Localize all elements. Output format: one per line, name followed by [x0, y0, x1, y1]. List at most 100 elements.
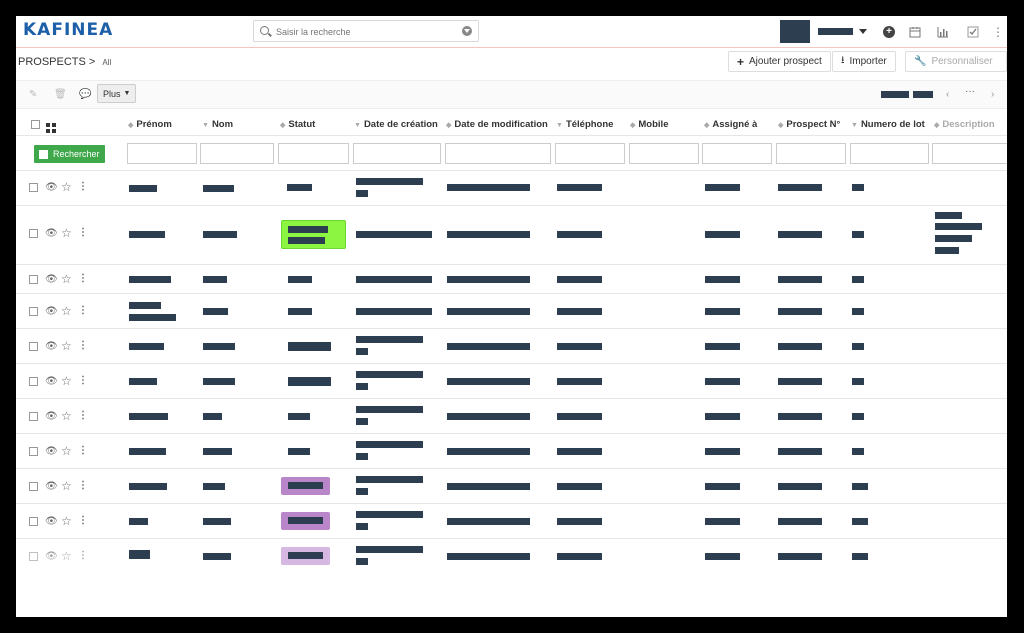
more-vertical-icon[interactable]: ⋮	[78, 340, 88, 352]
eye-icon[interactable]: 👁	[45, 275, 58, 285]
column-header-assigned[interactable]: ◆ Assigné à	[704, 119, 757, 130]
avatar[interactable]	[780, 20, 810, 43]
column-header-firstname[interactable]: ◆ Prénom	[128, 119, 172, 130]
cell-firstname[interactable]	[129, 185, 157, 192]
row-checkbox[interactable]	[29, 307, 38, 316]
search-input[interactable]	[274, 23, 458, 41]
check-icon[interactable]	[967, 26, 979, 38]
calendar-icon[interactable]	[909, 26, 921, 38]
more-vertical-icon[interactable]: ⋮	[78, 227, 88, 239]
star-icon[interactable]: ☆	[61, 227, 72, 239]
row-checkbox[interactable]	[29, 447, 38, 456]
cell-prospect-number[interactable]	[778, 343, 822, 350]
cell-lastname[interactable]	[203, 448, 232, 455]
filter-input-phone[interactable]	[555, 143, 625, 164]
row-checkbox[interactable]	[29, 342, 38, 351]
customize-button[interactable]: 🔧 Personnaliser	[905, 51, 1007, 72]
star-icon[interactable]: ☆	[61, 480, 72, 492]
star-icon[interactable]: ☆	[61, 181, 72, 193]
chart-icon[interactable]	[937, 26, 949, 38]
star-icon[interactable]: ☆	[61, 515, 72, 527]
cell-prospect-number[interactable]	[778, 413, 822, 420]
cell-firstname[interactable]	[129, 448, 166, 455]
cell-lastname[interactable]	[203, 308, 228, 315]
app-logo[interactable]: KAFINEA	[23, 20, 113, 40]
cell-prospect-number[interactable]	[778, 184, 822, 191]
eye-icon[interactable]: 👁	[45, 552, 58, 562]
table-row[interactable]: 👁 ☆ ⋮	[16, 206, 1007, 265]
eye-icon[interactable]: 👁	[45, 412, 58, 422]
more-vertical-icon[interactable]: ⋮	[78, 273, 88, 285]
table-row[interactable]: 👁 ☆ ⋮	[16, 469, 1007, 504]
table-row[interactable]: 👁 ☆ ⋮	[16, 504, 1007, 539]
row-checkbox[interactable]	[29, 517, 38, 526]
star-icon[interactable]: ☆	[61, 375, 72, 387]
cell-firstname-line2[interactable]	[129, 314, 176, 321]
column-header-phone[interactable]: ▼ Téléphone	[556, 119, 613, 130]
cell-firstname[interactable]	[129, 550, 150, 559]
more-actions-button[interactable]: Plus ▼	[97, 84, 137, 103]
global-search[interactable]	[253, 20, 479, 42]
table-row[interactable]: 👁 ☆ ⋮	[16, 294, 1007, 329]
table-row[interactable]: 👁 ☆ ⋮	[16, 434, 1007, 469]
cell-firstname[interactable]	[129, 413, 168, 420]
import-button[interactable]: ⭳ Importer	[832, 51, 896, 72]
column-header-lot-number[interactable]: ▼ Numero de lot	[851, 119, 925, 130]
comment-icon[interactable]: 💬	[79, 89, 91, 100]
star-icon[interactable]: ☆	[61, 550, 72, 562]
cell-prospect-number[interactable]	[778, 231, 822, 238]
filter-input-lot-number[interactable]	[850, 143, 929, 164]
cell-firstname[interactable]	[129, 231, 165, 238]
add-prospect-button[interactable]: + Ajouter prospect	[728, 51, 831, 72]
more-vertical-icon[interactable]: ⋮	[992, 26, 1004, 38]
cell-firstname[interactable]	[129, 483, 167, 490]
column-header-mobile[interactable]: ◆ Mobile	[630, 119, 668, 130]
star-icon[interactable]: ☆	[61, 445, 72, 457]
cell-lastname[interactable]	[203, 553, 231, 560]
more-vertical-icon[interactable]: ⋮	[78, 480, 88, 492]
cell-prospect-number[interactable]	[778, 553, 822, 560]
prev-page-icon[interactable]: ‹	[946, 89, 949, 100]
cell-firstname[interactable]	[129, 518, 148, 525]
cell-firstname[interactable]	[129, 276, 171, 283]
cell-firstname[interactable]	[129, 378, 157, 385]
row-checkbox[interactable]	[29, 412, 38, 421]
eye-icon[interactable]: 👁	[45, 377, 58, 387]
cell-prospect-number[interactable]	[778, 276, 822, 283]
search-filter-button[interactable]: Rechercher	[34, 145, 105, 163]
row-checkbox[interactable]	[29, 275, 38, 284]
column-header-status[interactable]: ◆ Statut	[280, 119, 315, 130]
column-header-prospect-number[interactable]: ◆ Prospect N°	[778, 119, 840, 130]
cell-lastname[interactable]	[203, 185, 234, 192]
table-row[interactable]: 👁 ☆ ⋮	[16, 329, 1007, 364]
cell-lastname[interactable]	[203, 518, 231, 525]
row-checkbox[interactable]	[29, 229, 38, 238]
cell-lastname[interactable]	[203, 343, 235, 350]
more-vertical-icon[interactable]: ⋮	[78, 445, 88, 457]
more-vertical-icon[interactable]: ⋮	[78, 181, 88, 193]
row-checkbox[interactable]	[29, 552, 38, 561]
row-checkbox[interactable]	[29, 482, 38, 491]
column-header-modified[interactable]: ◆ Date de modification	[446, 119, 548, 130]
star-icon[interactable]: ☆	[61, 273, 72, 285]
eye-icon[interactable]: 👁	[45, 482, 58, 492]
pencil-icon[interactable]: ✎	[29, 89, 37, 100]
star-icon[interactable]: ☆	[61, 410, 72, 422]
column-header-lastname[interactable]: ▼ Nom	[202, 119, 233, 130]
star-icon[interactable]: ☆	[61, 340, 72, 352]
trash-icon[interactable]: 🗑	[54, 89, 67, 100]
user-name[interactable]	[818, 28, 853, 35]
page-menu-icon[interactable]: ···	[965, 86, 975, 97]
filter-input-description[interactable]	[932, 143, 1007, 164]
filter-input-status[interactable]	[278, 143, 349, 164]
cell-prospect-number[interactable]	[778, 378, 822, 385]
table-row[interactable]: 👁 ☆ ⋮	[16, 399, 1007, 434]
column-header-description[interactable]: ◆ Description	[934, 119, 995, 130]
more-vertical-icon[interactable]: ⋮	[78, 550, 88, 562]
more-vertical-icon[interactable]: ⋮	[78, 305, 88, 317]
breadcrumb-view[interactable]: All	[102, 58, 111, 67]
filter-input-lastname[interactable]	[200, 143, 274, 164]
chevron-down-icon[interactable]	[462, 26, 472, 36]
cell-prospect-number[interactable]	[778, 483, 822, 490]
eye-icon[interactable]: 👁	[45, 229, 58, 239]
